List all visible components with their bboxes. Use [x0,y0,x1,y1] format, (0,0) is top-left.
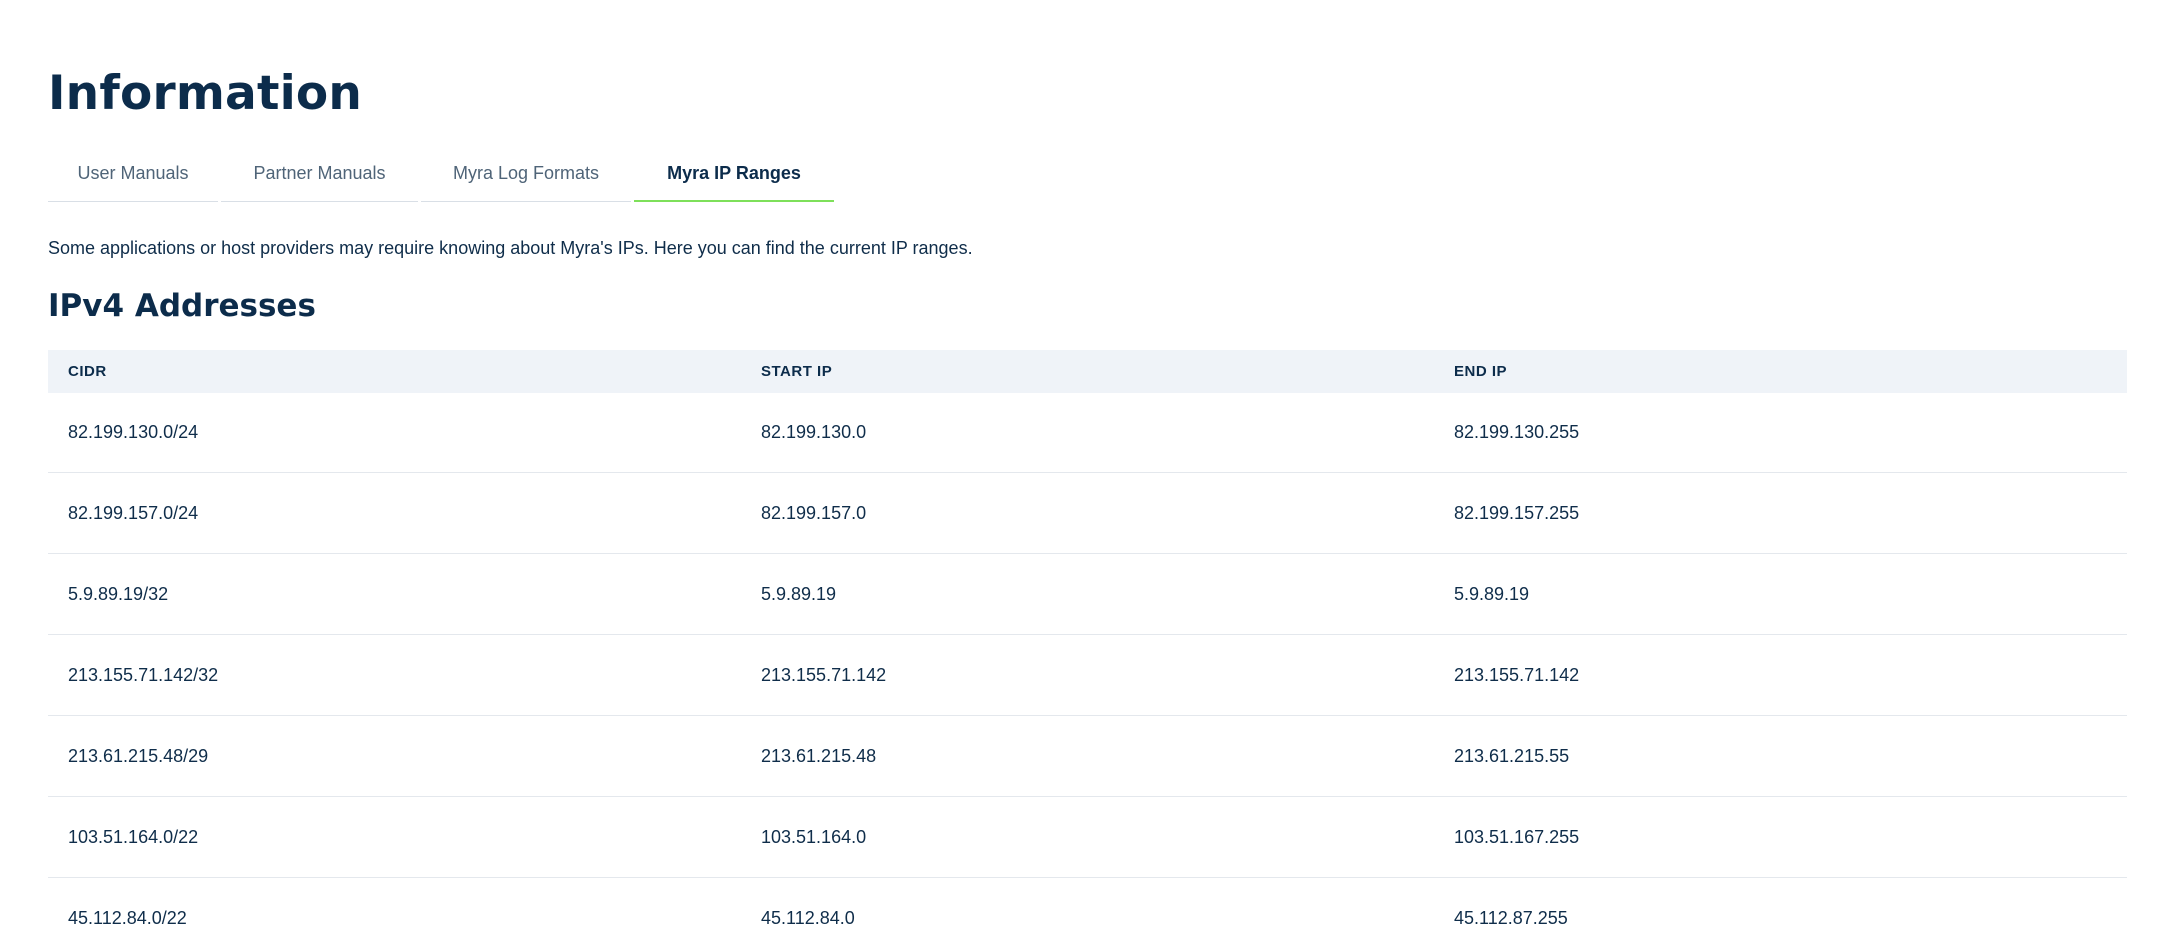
cidr-cell: 103.51.164.0/22 [48,796,741,878]
end-ip-cell: 45.112.87.255 [1434,877,2127,944]
start-ip-cell: 82.199.157.0 [741,472,1434,554]
column-header-end-ip: END IP [1454,363,1508,380]
end-ip-cell: 82.199.157.255 [1434,472,2127,554]
table-row: 82.199.130.0/24 82.199.130.0 82.199.130.… [48,393,2127,473]
cidr-cell: 5.9.89.19/32 [48,553,741,635]
start-ip-cell: 5.9.89.19 [741,553,1434,635]
cidr-cell: 45.112.84.0/22 [48,877,741,944]
intro-text: Some applications or host providers may … [48,238,973,258]
start-ip-cell: 45.112.84.0 [741,877,1434,944]
tab-user-manuals[interactable]: User Manuals [48,146,218,202]
start-ip-cell: 213.61.215.48 [741,715,1434,797]
end-ip-cell: 103.51.167.255 [1434,796,2127,878]
start-ip-cell: 213.155.71.142 [741,634,1434,716]
cidr-cell: 213.155.71.142/32 [48,634,741,716]
table-row: 213.155.71.142/32 213.155.71.142 213.155… [48,634,2127,716]
cidr-cell: 82.199.130.0/24 [48,393,741,473]
table-header-row: CIDR START IP END IP [48,350,2127,393]
tab-partner-manuals[interactable]: Partner Manuals [221,146,418,202]
cidr-cell: 213.61.215.48/29 [48,715,741,797]
table-row: 5.9.89.19/32 5.9.89.19 5.9.89.19 [48,553,2127,635]
tab-bar: User Manuals Partner Manuals Myra Log Fo… [48,146,2127,202]
end-ip-cell: 5.9.89.19 [1434,553,2127,635]
end-ip-cell: 213.61.215.55 [1434,715,2127,797]
tab-myra-ip-ranges[interactable]: Myra IP Ranges [634,146,834,202]
table-row: 213.61.215.48/29 213.61.215.48 213.61.21… [48,715,2127,797]
information-page: Information User Manuals Partner Manuals… [0,0,2175,944]
table-row: 82.199.157.0/24 82.199.157.0 82.199.157.… [48,472,2127,554]
column-header-cidr: CIDR [68,363,107,380]
ipv4-table: CIDR START IP END IP 82.199.130.0/24 82.… [48,350,2127,944]
end-ip-cell: 213.155.71.142 [1434,634,2127,716]
table-body: 82.199.130.0/24 82.199.130.0 82.199.130.… [48,393,2127,944]
ipv4-section-title: IPv4 Addresses [48,288,316,324]
cidr-cell: 82.199.157.0/24 [48,472,741,554]
table-row: 45.112.84.0/22 45.112.84.0 45.112.87.255 [48,877,2127,944]
tab-myra-log-formats[interactable]: Myra Log Formats [421,146,631,202]
table-header: CIDR START IP END IP [48,350,2127,393]
end-ip-cell: 82.199.130.255 [1434,393,2127,473]
table-row: 103.51.164.0/22 103.51.164.0 103.51.167.… [48,796,2127,878]
column-header-start-ip: START IP [761,363,833,380]
start-ip-cell: 103.51.164.0 [741,796,1434,878]
page-title: Information [48,66,363,121]
start-ip-cell: 82.199.130.0 [741,393,1434,473]
